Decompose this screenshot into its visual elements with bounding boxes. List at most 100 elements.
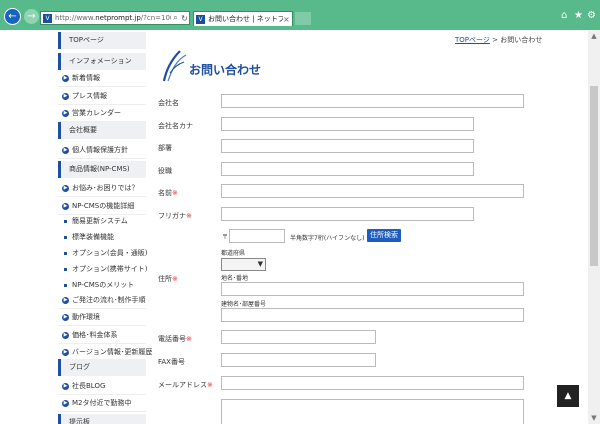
required-mark: ※ <box>172 275 178 283</box>
label-address: 住所※ <box>158 275 178 283</box>
tab-title: お問い合わせ | ネットプロンプ... <box>208 15 283 23</box>
name-input[interactable] <box>221 184 524 198</box>
star-icon[interactable]: ★ <box>574 11 583 21</box>
chevron-right-icon: ▶ <box>62 399 69 407</box>
label-name: 名前※ <box>158 189 178 197</box>
company-input[interactable] <box>221 94 524 108</box>
breadcrumb-home-link[interactable]: TOPページ <box>455 36 490 44</box>
sidebar-item-environment[interactable]: ▶ 動作環境 <box>58 309 146 326</box>
label-company: 会社名 <box>158 99 179 107</box>
sidebar-item-order-flow[interactable]: ▶ ご発注の流れ･制作手順 <box>58 292 146 309</box>
sidebar-subitem-option-member[interactable]: オプション(会員・通販) <box>58 245 147 262</box>
required-mark: ※ <box>186 335 192 343</box>
address-bar[interactable]: V http://www.netprompt.jp/?cn=100005 ⌕ ↻ <box>40 11 190 25</box>
sidebar-cat-top[interactable]: TOPページ <box>58 32 146 49</box>
sidebar-cat-products[interactable]: 商品情報(NP-CMS) <box>58 161 146 178</box>
bullet-icon <box>64 283 67 287</box>
new-tab-button[interactable] <box>295 12 311 25</box>
zip-search-button[interactable]: 住所検索 <box>367 229 401 242</box>
required-mark: ※ <box>207 381 213 389</box>
bullet-icon <box>64 219 67 223</box>
home-icon[interactable]: ⌂ <box>561 11 567 21</box>
position-input[interactable] <box>221 162 474 176</box>
sidebar-item-calendar[interactable]: ▶ 営業カレンダー <box>58 105 146 122</box>
chevron-right-icon: ▶ <box>62 202 69 210</box>
sidebar-subitem-option-mobile[interactable]: オプション(携帯サイト) <box>58 261 147 278</box>
forward-arrow-icon[interactable]: → <box>24 9 39 24</box>
scroll-up-icon[interactable]: ▲ <box>588 30 600 42</box>
sidebar-cat-information[interactable]: インフォメーション <box>58 53 146 70</box>
zip-input[interactable] <box>229 229 285 243</box>
label-company-kana: 会社名カナ <box>158 122 193 130</box>
sidebar-item-president-blog[interactable]: ▶ 社長BLOG <box>58 378 146 395</box>
sidebar-item-news[interactable]: ▶ 新着情報 <box>58 70 146 87</box>
chevron-right-icon: ▶ <box>62 109 69 117</box>
bullet-icon <box>64 235 67 239</box>
page-title: お問い合わせ <box>189 63 262 77</box>
phone-input[interactable] <box>221 330 376 344</box>
site-favicon: V <box>43 13 52 23</box>
bullet-icon <box>64 251 67 255</box>
sidebar-item-pricing[interactable]: ▶ 価格･料金体系 <box>58 327 146 344</box>
sidebar-subitem-standard[interactable]: 標準装備機能 <box>58 229 146 246</box>
sidebar-item-troubles[interactable]: ▶ お悩み･お困りでは？ <box>58 180 146 197</box>
chevron-right-icon: ▶ <box>62 184 69 192</box>
sidebar-subitem-easy-update[interactable]: 簡易更新システム <box>58 213 146 230</box>
refresh-icon[interactable]: ↻ <box>180 14 189 23</box>
chevron-right-icon: ▶ <box>62 92 69 100</box>
chevron-right-icon: ▶ <box>62 348 69 356</box>
message-textarea[interactable] <box>221 399 524 424</box>
building-label: 建物名･部屋番号 <box>221 301 267 308</box>
address-url[interactable]: http://www.netprompt.jp/?cn=100005 <box>55 14 171 22</box>
chevron-right-icon: ▶ <box>62 146 69 154</box>
chevron-right-icon: ▶ <box>62 331 69 339</box>
bullet-icon <box>64 267 67 271</box>
tab-favicon: V <box>196 14 205 24</box>
browser-tab[interactable]: V お問い合わせ | ネットプロンプ... × <box>193 11 293 26</box>
browser-toolbar: ← → V http://www.netprompt.jp/?cn=100005… <box>0 0 600 30</box>
sidebar-cat-board[interactable]: 提示板 <box>58 414 146 424</box>
page-viewport: TOPページ インフォメーション ▶ 新着情報 ▶ プレス情報 ▶ 営業カレンダー 会… <box>0 30 588 424</box>
department-input[interactable] <box>221 139 474 153</box>
city-label: 地名･番地 <box>221 275 249 282</box>
logo-icon <box>162 50 187 82</box>
sidebar-item-press[interactable]: ▶ プレス情報 <box>58 88 146 105</box>
back-arrow-icon[interactable]: ← <box>4 8 21 25</box>
prefecture-label: 都道府県 <box>221 250 246 257</box>
fax-input[interactable] <box>221 353 376 367</box>
zip-hint: 半角数字7桁(ハイフンなし) <box>290 235 365 242</box>
city-input[interactable] <box>221 282 524 296</box>
label-department: 部署 <box>158 144 172 152</box>
chevron-right-icon: ▶ <box>62 382 69 390</box>
sidebar-cat-blog[interactable]: ブログ <box>58 359 146 376</box>
back-to-top-button[interactable]: ▲ <box>557 385 579 407</box>
scrollbar[interactable]: ▲ ▼ <box>588 30 600 424</box>
label-phone: 電話番号※ <box>158 335 192 343</box>
close-tab-icon[interactable]: × <box>283 15 292 24</box>
breadcrumb-current: お問い合わせ <box>500 36 543 44</box>
email-input[interactable] <box>221 376 524 390</box>
gear-icon[interactable]: ⚙ <box>587 11 596 21</box>
sidebar-item-privacy[interactable]: ▶ 個人情報保護方針 <box>58 142 146 159</box>
search-icon[interactable]: ⌕ <box>171 13 180 23</box>
required-mark: ※ <box>186 212 192 220</box>
furigana-input[interactable] <box>221 207 474 221</box>
label-furigana: フリガナ※ <box>158 212 192 220</box>
scroll-thumb[interactable] <box>590 86 598 266</box>
required-mark: ※ <box>172 189 178 197</box>
company-kana-input[interactable] <box>221 117 474 131</box>
building-input[interactable] <box>221 308 524 322</box>
breadcrumb: TOPページ > お問い合わせ <box>455 36 543 44</box>
sidebar-item-m2[interactable]: ▶ M2タ付近で勤務中 <box>58 395 146 412</box>
label-position: 役職 <box>158 167 172 175</box>
zip-prefix: 〒 <box>222 234 229 241</box>
chevron-right-icon: ▶ <box>62 74 69 82</box>
sidebar-cat-company[interactable]: 会社概要 <box>58 122 146 139</box>
label-email: メールアドレス※ <box>158 381 213 389</box>
chevron-right-icon: ▶ <box>62 313 69 321</box>
scroll-down-icon[interactable]: ▼ <box>588 412 600 424</box>
chevron-down-icon: ▼ <box>257 260 263 268</box>
label-fax: FAX番号 <box>158 358 185 366</box>
chevron-right-icon: ▶ <box>62 296 69 304</box>
prefecture-select[interactable]: ▼ <box>221 258 266 271</box>
